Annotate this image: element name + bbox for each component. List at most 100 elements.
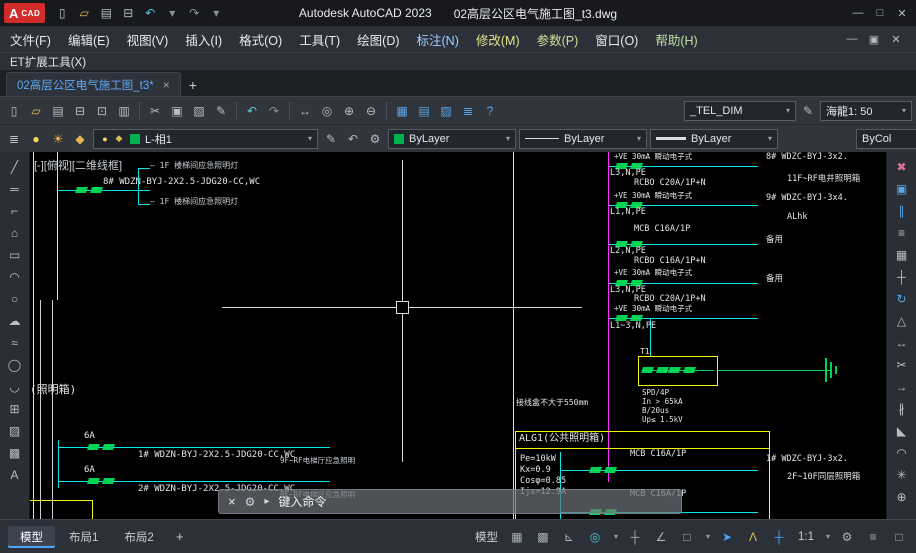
rotate-icon[interactable]: ↻: [891, 289, 913, 308]
save-icon[interactable]: ▤: [96, 3, 116, 23]
object-snap-icon[interactable]: □: [678, 527, 696, 547]
chevron-down-icon[interactable]: ▾: [768, 134, 772, 143]
tool-palettes-icon[interactable]: ▨: [436, 101, 456, 121]
undo-icon[interactable]: ↶: [242, 101, 262, 121]
chevron-down-icon[interactable]: ▾: [786, 106, 790, 115]
selection-cycling-icon[interactable]: ➤: [718, 527, 736, 547]
layer-unlock-icon[interactable]: ◆: [113, 129, 125, 149]
plot-preview-icon[interactable]: ⊡: [92, 101, 112, 121]
tab-layout2[interactable]: 布局2: [112, 526, 165, 548]
make-layer-current-icon[interactable]: ✎: [321, 129, 341, 149]
mirror-icon[interactable]: ∥: [891, 201, 913, 220]
tab-layout1[interactable]: 布局1: [57, 526, 110, 548]
hatch-icon[interactable]: ▨: [4, 421, 26, 440]
chevron-down-icon[interactable]: ▾: [637, 134, 641, 143]
clean-screen-icon[interactable]: □: [890, 527, 908, 547]
paste-icon[interactable]: ▧: [189, 101, 209, 121]
break-icon[interactable]: ∦: [891, 399, 913, 418]
offset-icon[interactable]: ≡: [891, 223, 913, 242]
layer-off-icon[interactable]: ●: [26, 129, 46, 149]
zoom-previous-icon[interactable]: ⊖: [361, 101, 381, 121]
workspace-switching-icon[interactable]: ⚙: [838, 527, 856, 547]
sheet-set-manager-icon[interactable]: ≣: [458, 101, 478, 121]
chevron-down-icon[interactable]: ▾: [506, 134, 510, 143]
match-properties-icon[interactable]: ✎: [211, 101, 231, 121]
layer-on-bulb-icon[interactable]: ●: [99, 129, 111, 149]
customization-icon[interactable]: ≡: [864, 527, 882, 547]
redo-icon[interactable]: ↷: [264, 101, 284, 121]
grid-display-icon[interactable]: ▦: [508, 527, 526, 547]
menu-format[interactable]: 格式(O): [239, 30, 282, 49]
viewport-controls-label[interactable]: [-][俯视][二维线框]: [34, 157, 122, 173]
scale-icon[interactable]: △: [891, 311, 913, 330]
revision-cloud-icon[interactable]: ☁: [4, 311, 26, 330]
fillet-icon[interactable]: ◠: [891, 443, 913, 462]
ellipse-icon[interactable]: ◯: [4, 355, 26, 374]
polyline-icon[interactable]: ⌐: [4, 201, 26, 220]
undo-icon[interactable]: ↶: [140, 3, 160, 23]
autocad-logo-icon[interactable]: A CAD: [4, 3, 45, 23]
menu-view[interactable]: 视图(V): [127, 30, 169, 49]
menu-dimension[interactable]: 标注(N): [417, 30, 459, 49]
undo-dropdown-icon[interactable]: ▾: [162, 3, 182, 23]
erase-icon[interactable]: ✖: [891, 157, 913, 176]
explode-icon[interactable]: ✳: [891, 465, 913, 484]
join-icon[interactable]: ⊕: [891, 487, 913, 506]
menu-draw[interactable]: 绘图(D): [357, 30, 399, 49]
stretch-icon[interactable]: ↔: [891, 333, 913, 352]
menu-modify[interactable]: 修改(M): [476, 30, 520, 49]
construction-line-icon[interactable]: ═: [4, 179, 26, 198]
infer-constraints-icon[interactable]: ⊾: [560, 527, 578, 547]
polygon-icon[interactable]: ⌂: [4, 223, 26, 242]
menu-tools[interactable]: 工具(T): [299, 30, 340, 49]
tab-model[interactable]: 模型: [8, 526, 55, 548]
linetype-combo[interactable]: ByLayer ▾: [519, 129, 647, 149]
trim-icon[interactable]: ✂: [891, 355, 913, 374]
menu-parametric[interactable]: 参数(P): [537, 30, 579, 49]
redo-dropdown-icon[interactable]: ▾: [206, 3, 226, 23]
move-icon[interactable]: ┼: [891, 267, 913, 286]
arc-icon[interactable]: ◠: [4, 267, 26, 286]
plot-style-combo[interactable]: ByCol: [856, 129, 916, 149]
chamfer-icon[interactable]: ◣: [891, 421, 913, 440]
insert-block-icon[interactable]: ⊞: [4, 399, 26, 418]
dim-style-combo[interactable]: _TEL_DIM ▾: [684, 101, 796, 121]
dim-style-edit-icon[interactable]: ✎: [798, 101, 818, 121]
model-space-label[interactable]: 模型: [473, 527, 500, 547]
file-tab[interactable]: 02高层公区电气施工图_t3* ×: [6, 72, 181, 96]
object-snap-dropdown-icon[interactable]: ▾: [706, 532, 710, 541]
new-tab-button[interactable]: +: [181, 73, 205, 96]
dynamic-input-icon[interactable]: ┼: [770, 527, 788, 547]
circle-icon[interactable]: ○: [4, 289, 26, 308]
snap-mode-icon[interactable]: ▩: [534, 527, 552, 547]
color-combo[interactable]: ByLayer ▾: [388, 129, 516, 149]
multiline-text-icon[interactable]: A: [4, 465, 26, 484]
cut-icon[interactable]: ✂: [145, 101, 165, 121]
layer-lock-icon[interactable]: ◆: [70, 129, 90, 149]
lineweight-combo[interactable]: ByLayer ▾: [650, 129, 778, 149]
menu-et-tools[interactable]: ET扩展工具(X): [10, 54, 86, 70]
zoom-realtime-icon[interactable]: ◎: [317, 101, 337, 121]
osnap-tracking-icon[interactable]: ┼: [626, 527, 644, 547]
design-center-icon[interactable]: ▤: [414, 101, 434, 121]
drawing-canvas[interactable]: [-][俯视][二维线框] 8# WDZN-BYJ-2X2.5-JDG20-CC…: [30, 152, 886, 519]
isodraft-dropdown-icon[interactable]: ▾: [614, 532, 618, 541]
text-style-combo[interactable]: 海龍1: 50 ▾: [820, 101, 912, 121]
menu-file[interactable]: 文件(F): [10, 30, 51, 49]
rectangle-icon[interactable]: ▭: [4, 245, 26, 264]
qnew-icon[interactable]: ▯: [4, 101, 24, 121]
publish-icon[interactable]: ▥: [114, 101, 134, 121]
gradient-icon[interactable]: ▩: [4, 443, 26, 462]
layer-previous-icon[interactable]: ↶: [343, 129, 363, 149]
open-icon[interactable]: ▱: [26, 101, 46, 121]
plot-icon[interactable]: ⊟: [70, 101, 90, 121]
close-icon[interactable]: ×: [228, 494, 236, 509]
redo-icon[interactable]: ↷: [184, 3, 204, 23]
mdi-minimize-icon[interactable]: —: [842, 29, 862, 49]
menu-help[interactable]: 帮助(H): [655, 30, 697, 49]
maximize-icon[interactable]: □: [870, 3, 890, 23]
command-line[interactable]: × ⚙ ▸ 键入命令: [218, 489, 682, 514]
save-icon[interactable]: ▤: [48, 101, 68, 121]
plot-icon[interactable]: ⊟: [118, 3, 138, 23]
chevron-down-icon[interactable]: ▾: [902, 106, 906, 115]
